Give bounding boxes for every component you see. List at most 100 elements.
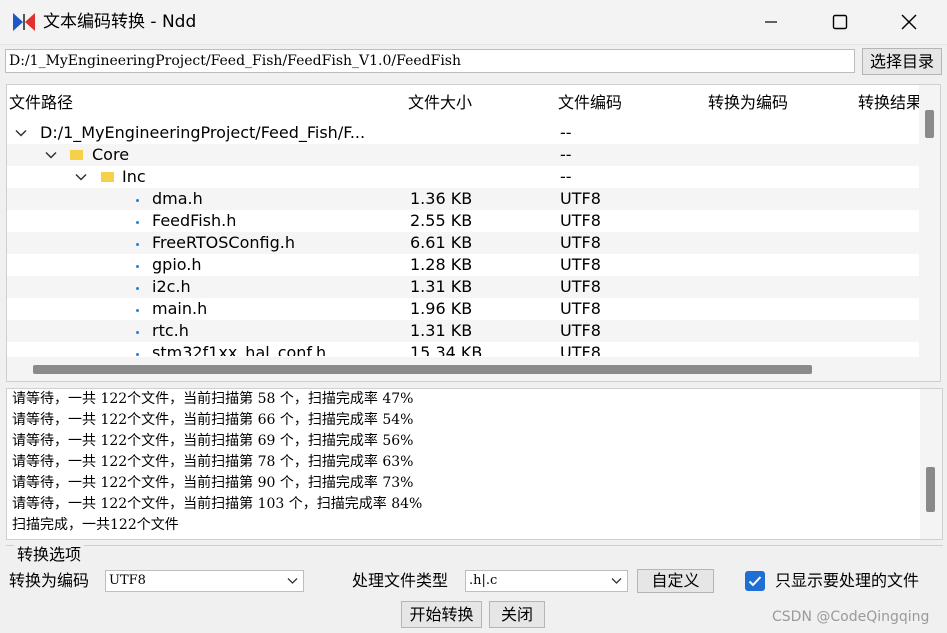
tree-item-encoding: -- [560, 123, 572, 142]
custom-filetype-button[interactable]: 自定义 [637, 569, 714, 593]
tree-item-name: rtc.h [152, 321, 189, 340]
tree-row-folder[interactable]: Core -- [7, 144, 919, 166]
app-logo-icon [13, 13, 35, 31]
log-line: 扫描完成，一共122个文件 [12, 517, 179, 533]
file-type-value: .h|.c [469, 573, 498, 588]
folder-icon [70, 150, 83, 160]
tree-item-size: 1.31 KB [410, 277, 473, 296]
column-header-size[interactable]: 文件大小 [408, 93, 472, 113]
select-directory-button[interactable]: 选择目录 [862, 48, 942, 75]
tree-vertical-scrollbar[interactable] [919, 85, 940, 381]
chevron-down-icon [287, 578, 298, 584]
file-type-select[interactable]: .h|.c [465, 570, 628, 592]
tree-item-size: 1.28 KB [410, 255, 473, 274]
column-header-result[interactable]: 转换结果 [858, 93, 922, 113]
file-icon [136, 221, 139, 224]
tree-item-encoding: -- [560, 167, 572, 186]
file-type-label: 处理文件类型 [352, 571, 449, 590]
tree-item-name: gpio.h [152, 255, 202, 274]
tree-row-file[interactable]: i2c.h 1.31 KB UTF8 [7, 276, 919, 298]
log-line: 请等待，一共 122个文件，当前扫描第 90 个，扫描完成率 73% [12, 475, 414, 491]
close-window-button[interactable] [886, 0, 932, 44]
tree-row-file[interactable]: gpio.h 1.28 KB UTF8 [7, 254, 919, 276]
tree-row-file[interactable]: FreeRTOSConfig.h 6.61 KB UTF8 [7, 232, 919, 254]
scrollbar-thumb[interactable] [926, 467, 935, 512]
tree-item-encoding: UTF8 [560, 277, 601, 296]
log-vertical-scrollbar[interactable] [920, 389, 942, 539]
chevron-down-icon[interactable] [75, 171, 87, 183]
tree-item-size: 6.61 KB [410, 233, 473, 252]
watermark-text: CSDN @CodeQingqing [772, 609, 930, 625]
title-bar: 文本编码转换 - Ndd [0, 0, 947, 45]
tree-item-name: i2c.h [152, 277, 191, 296]
tree-row-file[interactable]: dma.h 1.36 KB UTF8 [7, 188, 919, 210]
tree-item-encoding: UTF8 [560, 255, 601, 274]
tree-item-name: FeedFish.h [152, 211, 237, 230]
column-header-target-encoding[interactable]: 转换为编码 [708, 93, 788, 113]
tree-item-name: Inc [122, 167, 146, 186]
directory-path-input[interactable]: D:/1_MyEngineeringProject/Feed_Fish/Feed… [5, 49, 855, 73]
start-convert-button[interactable]: 开始转换 [401, 601, 482, 628]
tree-row-folder[interactable]: Inc -- [7, 166, 919, 188]
log-line: 请等待，一共 122个文件，当前扫描第 69 个，扫描完成率 56% [12, 433, 414, 449]
tree-header: 文件路径 文件大小 文件编码 转换为编码 转换结果 [7, 85, 922, 121]
tree-item-size: 1.31 KB [410, 321, 473, 340]
tree-item-size: 1.96 KB [410, 299, 473, 318]
scrollbar-thumb[interactable] [33, 365, 812, 374]
log-line: 请等待，一共 122个文件，当前扫描第 66 个，扫描完成率 54% [12, 412, 414, 428]
tree-item-encoding: UTF8 [560, 211, 601, 230]
tree-item-name: stm32f1xx_hal_conf.h [152, 343, 327, 356]
options-group-border [6, 545, 943, 546]
tree-item-size: 1.36 KB [410, 189, 473, 208]
minimize-button[interactable] [748, 0, 794, 44]
minimize-icon [765, 21, 777, 23]
tree-item-encoding: UTF8 [560, 189, 601, 208]
options-group-title: 转换选项 [14, 545, 85, 565]
tree-item-name: main.h [152, 299, 208, 318]
tree-rows: D:/1_MyEngineeringProject/Feed_Fish/F...… [7, 122, 919, 356]
window-title: 文本编码转换 - Ndd [43, 12, 197, 32]
close-icon [901, 14, 917, 30]
maximize-button[interactable] [817, 0, 863, 44]
folder-icon [101, 172, 114, 182]
column-header-encoding[interactable]: 文件编码 [558, 93, 622, 113]
tree-item-size: 15.34 KB [410, 343, 483, 356]
file-icon [136, 265, 139, 268]
file-icon [136, 309, 139, 312]
only-show-label[interactable]: 只显示要处理的文件 [775, 571, 919, 591]
chevron-down-icon [611, 578, 622, 584]
tree-row-file[interactable]: rtc.h 1.31 KB UTF8 [7, 320, 919, 342]
chevron-down-icon[interactable] [45, 149, 57, 161]
file-icon [136, 287, 139, 290]
tree-row-file[interactable]: main.h 1.96 KB UTF8 [7, 298, 919, 320]
tree-row-file[interactable]: stm32f1xx_hal_conf.h 15.34 KB UTF8 [7, 342, 919, 356]
scan-log[interactable]: 请等待，一共 122个文件，当前扫描第 58 个，扫描完成率 47% 请等待，一… [6, 388, 943, 540]
chevron-down-icon[interactable] [15, 127, 27, 139]
column-header-path[interactable]: 文件路径 [9, 93, 73, 113]
tree-item-encoding: -- [560, 145, 572, 164]
tree-horizontal-scrollbar[interactable] [7, 357, 919, 381]
target-encoding-label: 转换为编码 [9, 571, 90, 590]
tree-item-name: Core [92, 145, 130, 164]
tree-item-encoding: UTF8 [560, 343, 601, 356]
file-tree[interactable]: 文件路径 文件大小 文件编码 转换为编码 转换结果 D:/1_MyEnginee… [6, 84, 941, 382]
tree-item-encoding: UTF8 [560, 299, 601, 318]
file-icon [136, 331, 139, 334]
tree-row-root[interactable]: D:/1_MyEngineeringProject/Feed_Fish/F...… [7, 122, 919, 144]
log-line: 请等待，一共 122个文件，当前扫描第 58 个，扫描完成率 47% [12, 391, 414, 407]
tree-item-size: 2.55 KB [410, 211, 473, 230]
close-button[interactable]: 关闭 [489, 601, 545, 628]
tree-item-encoding: UTF8 [560, 321, 601, 340]
scrollbar-thumb[interactable] [925, 110, 934, 138]
file-icon [136, 353, 139, 356]
maximize-icon [832, 14, 848, 30]
tree-row-file[interactable]: FeedFish.h 2.55 KB UTF8 [7, 210, 919, 232]
file-icon [136, 243, 139, 246]
tree-item-encoding: UTF8 [560, 233, 601, 252]
target-encoding-select[interactable]: UTF8 [105, 570, 304, 592]
target-encoding-value: UTF8 [109, 573, 146, 588]
file-icon [136, 199, 139, 202]
only-show-checkbox[interactable] [745, 571, 765, 591]
log-line: 请等待，一共 122个文件，当前扫描第 78 个，扫描完成率 63% [12, 454, 414, 470]
tree-item-name: FreeRTOSConfig.h [152, 233, 295, 252]
